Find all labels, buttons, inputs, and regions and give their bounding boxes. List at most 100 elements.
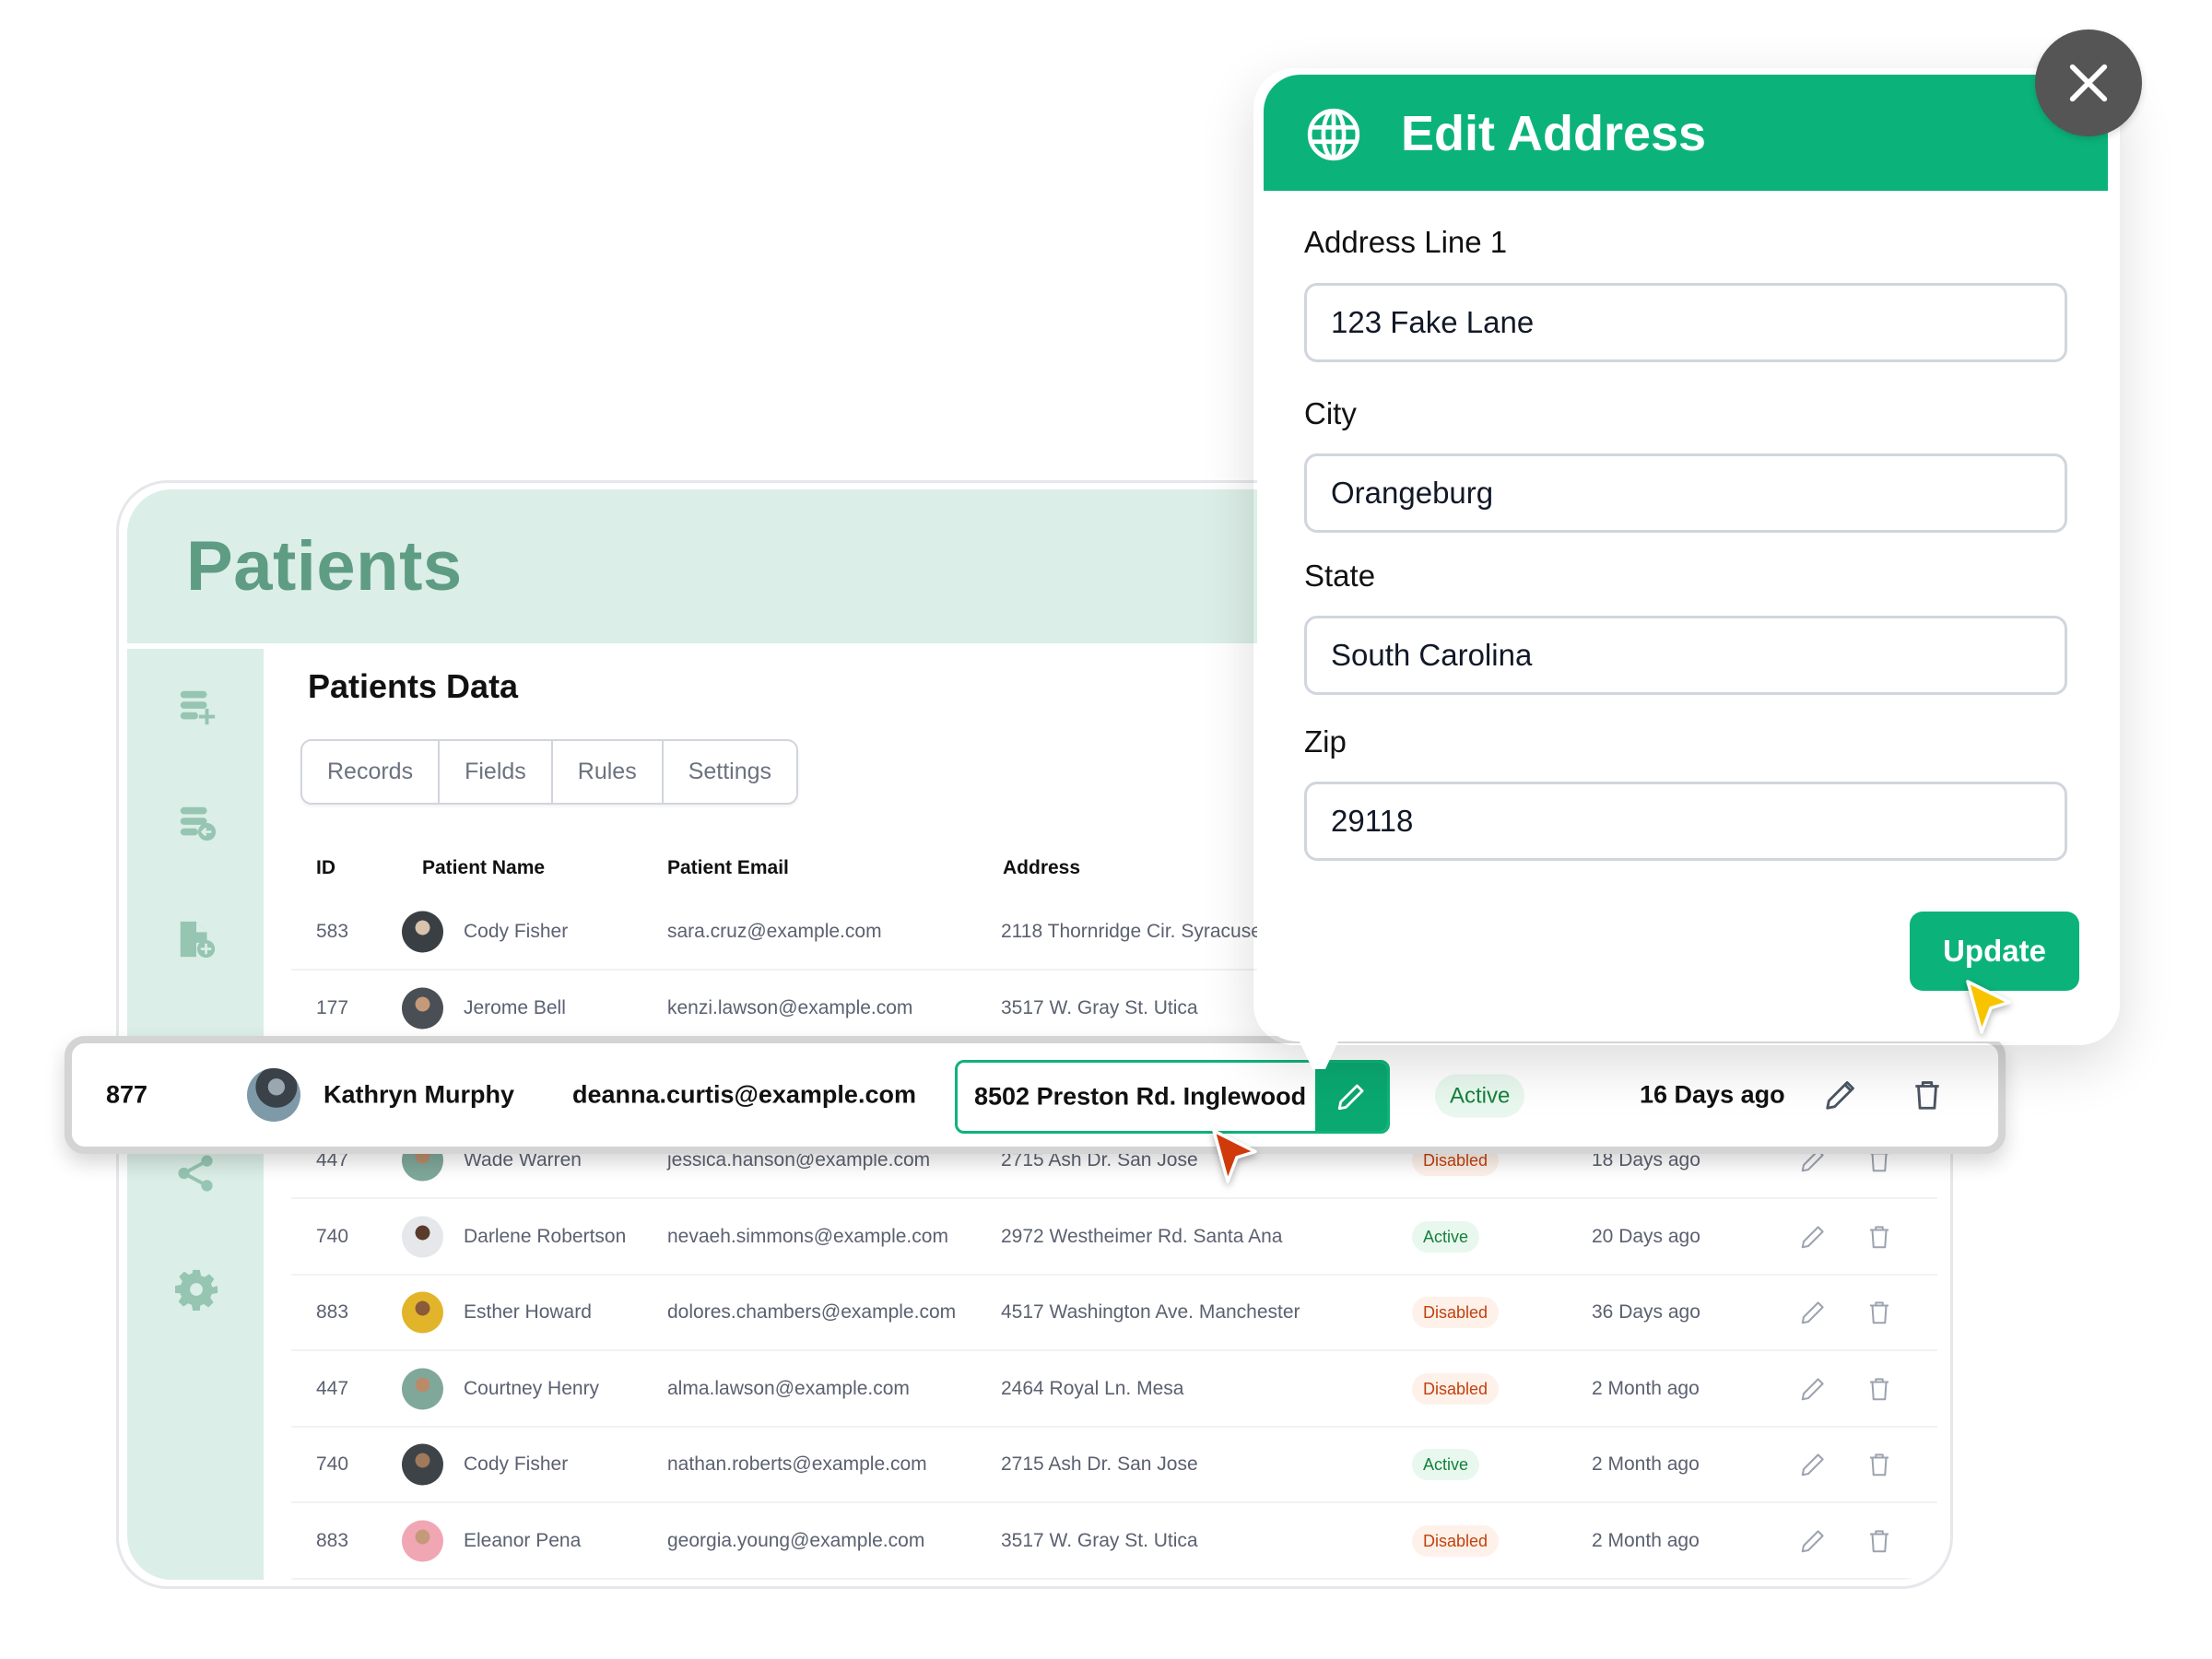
patient-address: 2715 Ash Dr. San Jose (1001, 1453, 1198, 1475)
updated-time: 2 Month ago (1592, 1377, 1700, 1399)
delete-row-button[interactable] (1865, 1299, 1893, 1326)
status-badge: Active (1412, 1220, 1480, 1253)
patient-name: Jerome Bell (464, 996, 566, 1018)
patient-email: dolores.chambers@example.com (667, 1300, 957, 1323)
table-row[interactable]: 883 Eleanor Pena georgia.young@example.com… (291, 1503, 1937, 1580)
edit-row-button[interactable] (1823, 1077, 1858, 1112)
delete-row-button[interactable] (1865, 1375, 1893, 1403)
updated-time: 20 Days ago (1592, 1225, 1700, 1247)
trash-icon (1870, 1529, 1888, 1552)
address-line1-label: Address Line 1 (1304, 225, 1508, 259)
row-id: 740 (316, 1225, 349, 1247)
trash-icon (1870, 1225, 1888, 1248)
status-badge-label: Disabled (1412, 1372, 1500, 1405)
share-icon[interactable] (175, 1152, 218, 1194)
updated-time: 2 Month ago (1592, 1453, 1700, 1475)
avatar (402, 1443, 443, 1485)
city-input[interactable] (1304, 453, 2067, 533)
patient-email: sara.cruz@example.com (667, 920, 882, 942)
column-header-id[interactable]: ID (316, 857, 335, 879)
file-add-icon[interactable] (175, 918, 218, 960)
pencil-icon (1801, 1377, 1824, 1400)
pencil-icon (1337, 1084, 1364, 1111)
column-header-address[interactable]: Address (1003, 857, 1080, 879)
patient-name: Courtney Henry (464, 1377, 600, 1399)
avatar (402, 1216, 443, 1257)
patient-name: Cody Fisher (464, 1453, 569, 1475)
patient-name: Kathryn Murphy (324, 1080, 515, 1109)
section-title: Patients Data (308, 667, 519, 705)
page-title: Patients (186, 527, 463, 606)
table-row[interactable]: 740 Cody Fisher nathan.roberts@example.com… (291, 1427, 1937, 1503)
updated-time: 36 Days ago (1592, 1300, 1700, 1323)
patient-name: Cody Fisher (464, 920, 569, 942)
status-badge: Disabled (1412, 1296, 1500, 1328)
zip-label: Zip (1304, 724, 1347, 759)
row-id: 877 (106, 1080, 148, 1109)
patient-address: 4517 Washington Ave. Manchester (1001, 1300, 1300, 1323)
row-id: 583 (316, 920, 349, 942)
tab-settings[interactable]: Settings (664, 741, 796, 803)
row-id: 447 (316, 1377, 349, 1399)
pencil-icon (1801, 1453, 1824, 1476)
edit-address-button[interactable] (1315, 1063, 1387, 1131)
red-pointer-cursor (1209, 1126, 1265, 1191)
table-row[interactable]: 740 Darlene Robertson nevaeh.simmons@examp… (291, 1199, 1937, 1276)
avatar (247, 1068, 300, 1122)
table-row[interactable]: 883 Esther Howard dolores.chambers@example… (291, 1275, 1937, 1351)
pencil-icon (1801, 1300, 1824, 1324)
tab-records[interactable]: Records (302, 741, 441, 803)
patient-email: kenzi.lawson@example.com (667, 996, 913, 1018)
pencil-icon (1826, 1081, 1854, 1110)
avatar (402, 1368, 443, 1409)
status-badge-label: Disabled (1412, 1296, 1500, 1328)
delete-row-button[interactable] (1865, 1451, 1893, 1478)
address-line1-input[interactable] (1304, 283, 2067, 362)
tab-rules[interactable]: Rules (553, 741, 664, 803)
edit-address-dialog (1257, 72, 2116, 1041)
zip-input[interactable] (1304, 782, 2067, 861)
state-input[interactable] (1304, 616, 2067, 695)
patient-name: Darlene Robertson (464, 1225, 627, 1247)
status-badge-label: Active (1412, 1448, 1480, 1480)
globe-icon (1305, 106, 1362, 163)
column-header-email[interactable]: Patient Email (667, 857, 789, 879)
close-dialog-button[interactable] (2035, 29, 2142, 136)
trash-icon (1870, 1377, 1888, 1400)
patient-name: Esther Howard (464, 1300, 592, 1323)
patient-email: nathan.roberts@example.com (667, 1453, 927, 1475)
tab-fields[interactable]: Fields (440, 741, 553, 803)
table-row[interactable]: 447 Courtney Henry alma.lawson@example.com… (291, 1351, 1937, 1428)
pencil-icon (1801, 1529, 1824, 1552)
dialog-header: Edit Address (1264, 75, 2108, 191)
row-id: 883 (316, 1529, 349, 1551)
row-id: 177 (316, 996, 349, 1018)
city-label: City (1304, 396, 1357, 430)
yellow-pointer-cursor (1963, 977, 2018, 1041)
database-add-icon[interactable] (175, 686, 218, 728)
row-id: 740 (316, 1453, 349, 1475)
database-import-icon[interactable] (175, 802, 218, 844)
selected-table-row[interactable]: 877 Kathryn Murphy deanna.curtis@example… (65, 1036, 2006, 1154)
address-inline-field[interactable]: 8502 Preston Rd. Inglewood (955, 1060, 1390, 1134)
edit-row-button[interactable] (1799, 1527, 1827, 1555)
address-value: 8502 Preston Rd. Inglewood (974, 1082, 1307, 1111)
patient-address: 2972 Westheimer Rd. Santa Ana (1001, 1225, 1283, 1247)
delete-row-button[interactable] (1910, 1077, 1945, 1112)
updated-time: 16 Days ago (1640, 1080, 1785, 1109)
trash-icon (1870, 1300, 1888, 1324)
status-badge-label: Active (1435, 1074, 1525, 1118)
dialog-title: Edit Address (1401, 106, 1707, 161)
status-badge: Disabled (1412, 1372, 1500, 1405)
avatar (402, 911, 443, 952)
delete-row-button[interactable] (1865, 1223, 1893, 1251)
edit-row-button[interactable] (1799, 1223, 1827, 1251)
gear-icon[interactable] (175, 1268, 218, 1311)
edit-row-button[interactable] (1799, 1375, 1827, 1403)
column-header-name[interactable]: Patient Name (422, 857, 545, 879)
edit-row-button[interactable] (1799, 1451, 1827, 1478)
edit-row-button[interactable] (1799, 1299, 1827, 1326)
status-badge-label: Active (1412, 1220, 1480, 1253)
delete-row-button[interactable] (1865, 1527, 1893, 1555)
patient-email: alma.lawson@example.com (667, 1377, 910, 1399)
